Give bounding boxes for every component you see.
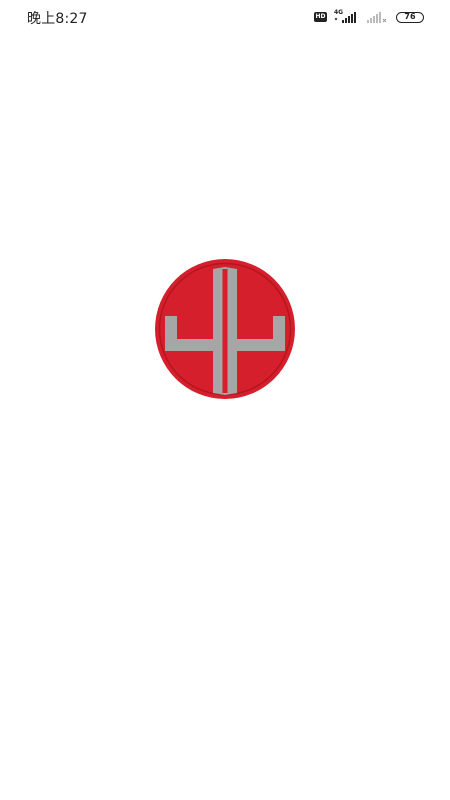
ye-logo-icon bbox=[155, 259, 295, 399]
signal-no-service-icon bbox=[365, 10, 389, 24]
status-bar: 晚上8:27 HD 4G 76 bbox=[0, 0, 450, 34]
status-time: 晚上8:27 bbox=[27, 11, 88, 27]
hd-icon: HD bbox=[314, 12, 327, 22]
status-icons: HD 4G 76 bbox=[314, 9, 424, 24]
signal-4g-icon: 4G bbox=[334, 9, 358, 24]
battery-icon: 76 bbox=[396, 11, 424, 23]
splash-screen: 晚上8:27 HD 4G 76 bbox=[0, 0, 450, 800]
